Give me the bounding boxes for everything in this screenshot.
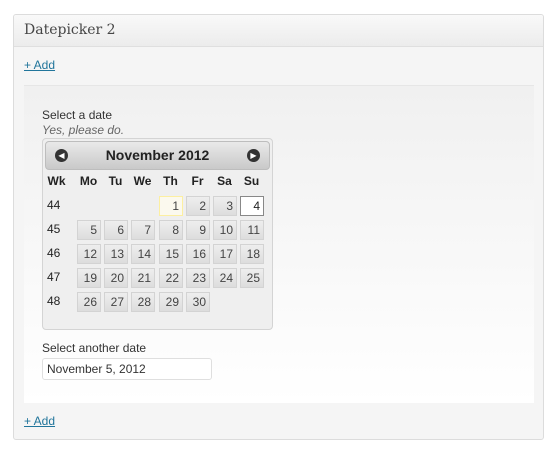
chevron-right-icon[interactable]: ▶ [247, 149, 260, 162]
calendar-day[interactable]: 13 [104, 244, 128, 264]
weekday-header: Fr [191, 174, 204, 188]
add-link-top[interactable]: + Add [24, 58, 55, 72]
datepicker-panel: Datepicker 2 + Add Select a date Yes, pl… [13, 14, 544, 440]
week-number: 45 [47, 222, 61, 236]
calendar-day[interactable]: 5 [77, 220, 101, 240]
weekday-header: Su [243, 174, 260, 188]
calendar-day[interactable]: 23 [186, 268, 210, 288]
calendar-day[interactable]: 12 [77, 244, 101, 264]
calendar-day[interactable]: 19 [77, 268, 101, 288]
calendar-day[interactable]: 24 [213, 268, 237, 288]
calendar-day[interactable]: 29 [159, 292, 183, 312]
calendar-header: ◀ November 2012 ▶ [45, 141, 270, 170]
week-number: 44 [47, 198, 61, 212]
field-label: Select a date [42, 108, 113, 122]
month-title: November 2012 [46, 142, 269, 169]
calendar-day[interactable]: 20 [104, 268, 128, 288]
calendar-day[interactable]: 16 [186, 244, 210, 264]
weekday-header: Wk [47, 174, 66, 188]
weekday-header: We [133, 174, 152, 188]
year-label: 2012 [178, 147, 210, 163]
add-link-bottom[interactable]: + Add [24, 414, 55, 428]
calendar-day[interactable]: 6 [104, 220, 128, 240]
panel-title: Datepicker 2 [14, 15, 543, 47]
calendar-day[interactable]: 10 [213, 220, 237, 240]
month-label: November [105, 147, 175, 163]
calendar-day[interactable]: 4 [240, 196, 264, 216]
calendar-day[interactable]: 15 [159, 244, 183, 264]
week-number: 47 [47, 270, 61, 284]
calendar-day[interactable]: 8 [159, 220, 183, 240]
week-number: 48 [47, 294, 61, 308]
calendar-day[interactable]: 30 [186, 292, 210, 312]
week-number: 46 [47, 246, 61, 260]
calendar-day[interactable]: 2 [186, 196, 210, 216]
calendar-day[interactable]: 3 [213, 196, 237, 216]
weekday-header: Mo [79, 174, 98, 188]
calendar-day[interactable]: 25 [240, 268, 264, 288]
field-description: Yes, please do. [42, 123, 125, 137]
calendar-day[interactable]: 26 [77, 292, 101, 312]
calendar-day[interactable]: 21 [131, 268, 155, 288]
calendar-day[interactable]: 9 [186, 220, 210, 240]
datepicker-calendar: ◀ November 2012 ▶ Wk Mo Tu We Th Fr Sa Su 44 1 2 3 4 4… [42, 138, 273, 330]
date-input[interactable] [42, 358, 212, 380]
weekday-header: Sa [217, 174, 232, 188]
calendar-day[interactable]: 7 [131, 220, 155, 240]
field-group: Select a date Yes, please do. ◀ November… [24, 85, 534, 403]
weekday-header: Th [163, 174, 178, 188]
calendar-day[interactable]: 1 [159, 196, 183, 216]
calendar-day[interactable]: 28 [131, 292, 155, 312]
calendar-day[interactable]: 22 [159, 268, 183, 288]
weekday-header: Tu [108, 174, 123, 188]
calendar-day[interactable]: 14 [131, 244, 155, 264]
calendar-day[interactable]: 27 [104, 292, 128, 312]
calendar-day[interactable]: 11 [240, 220, 264, 240]
calendar-day[interactable]: 17 [213, 244, 237, 264]
field-label-2: Select another date [42, 341, 147, 355]
calendar-day[interactable]: 18 [240, 244, 264, 264]
